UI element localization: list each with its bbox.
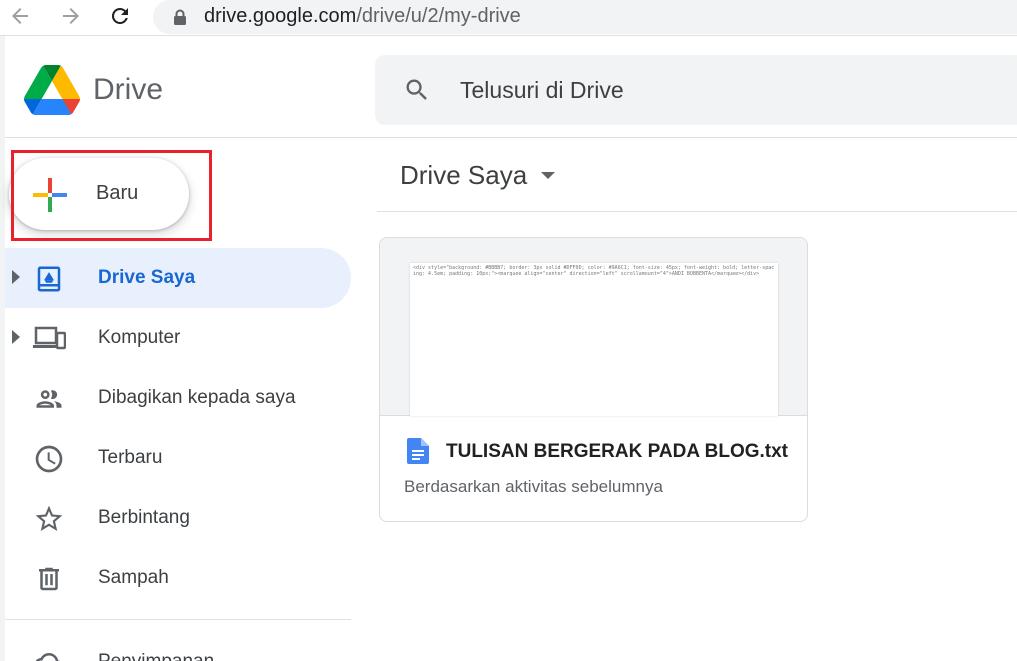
header-divider: [5, 137, 1017, 138]
new-button-label: Baru: [96, 182, 139, 204]
url-host: drive.google.com: [204, 5, 357, 27]
new-button[interactable]: Baru: [9, 158, 189, 230]
thumbnail-page: <div style="background: #BBBB7; border: …: [410, 263, 778, 416]
page-title[interactable]: Drive Saya: [400, 160, 527, 191]
drive-logo-icon[interactable]: [24, 64, 80, 116]
main-divider: [377, 211, 1017, 212]
sidebar-item-shared[interactable]: Dibagikan kepada saya: [5, 368, 351, 428]
sidebar-item-trash[interactable]: Sampah: [5, 548, 351, 608]
computer-icon: [32, 322, 66, 356]
address-bar[interactable]: drive.google.com/drive/u/2/my-drive: [153, 0, 1017, 34]
dropdown-caret-icon[interactable]: [541, 172, 555, 179]
search-icon[interactable]: [403, 76, 431, 109]
browser-toolbar: drive.google.com/drive/u/2/my-drive: [0, 0, 1017, 36]
file-thumbnail[interactable]: <div style="background: #BBBB7; border: …: [380, 238, 807, 416]
sidebar-item-label: Berbintang: [98, 507, 190, 528]
sidebar-item-starred[interactable]: Berbintang: [5, 488, 351, 548]
sidebar-item-storage[interactable]: Penyimpanan: [5, 632, 351, 661]
file-name[interactable]: TULISAN BERGERAK PADA BLOG.txt: [446, 441, 788, 463]
sidebar-item-label: Komputer: [98, 327, 181, 348]
back-arrow-icon[interactable]: [4, 2, 36, 30]
my-drive-icon: [32, 262, 66, 296]
url-path: /drive/u/2/my-drive: [356, 5, 521, 27]
sidebar-item-my-drive[interactable]: Drive Saya: [5, 248, 351, 308]
lock-icon[interactable]: [173, 9, 187, 30]
sidebar-item-label: Penyimpanan: [98, 651, 214, 661]
document-icon: [407, 438, 429, 469]
sidebar-item-label: Terbaru: [98, 447, 163, 468]
sidebar-item-computers[interactable]: Komputer: [5, 308, 351, 368]
sidebar-item-recent[interactable]: Terbaru: [5, 428, 351, 488]
file-subtitle: Berdasarkan aktivitas sebelumnya: [404, 477, 663, 496]
search-input[interactable]: Telusuri di Drive: [460, 77, 624, 104]
sidebar-item-label: Sampah: [98, 567, 169, 588]
expand-caret-icon[interactable]: [12, 330, 20, 344]
cloud-icon: [32, 646, 66, 661]
url-text: drive.google.com/drive/u/2/my-drive: [204, 5, 521, 28]
search-bar[interactable]: Telusuri di Drive: [375, 55, 1017, 125]
file-card[interactable]: <div style="background: #BBBB7; border: …: [379, 237, 808, 522]
plus-icon: [31, 176, 69, 214]
shared-people-icon: [32, 382, 66, 416]
sidebar-item-label: Dibagikan kepada saya: [98, 387, 296, 408]
sidebar-item-label: Drive Saya: [98, 267, 196, 288]
trash-icon: [32, 562, 66, 596]
expand-caret-icon[interactable]: [12, 270, 20, 284]
sidebar-divider: [5, 619, 351, 620]
forward-arrow-icon[interactable]: [55, 2, 87, 30]
brand-name: Drive: [93, 73, 164, 106]
reload-icon[interactable]: [104, 2, 136, 30]
clock-icon: [32, 442, 66, 476]
thumbnail-preview-text: <div style="background: #BBBB7; border: …: [413, 265, 775, 277]
star-icon: [32, 502, 66, 536]
